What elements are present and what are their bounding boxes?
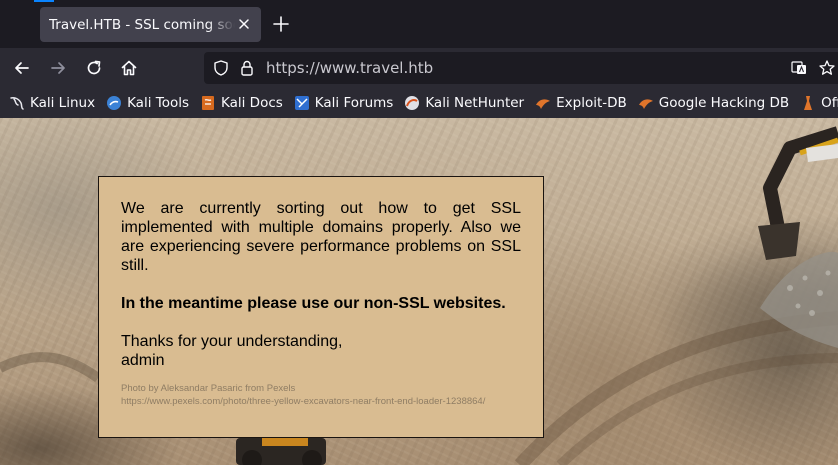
url-text[interactable]: https://www.travel.htb (266, 59, 433, 77)
star-icon[interactable] (818, 59, 836, 77)
tab-title: Travel.HTB - SSL coming soon (49, 16, 235, 33)
notice-box: We are currently sorting out how to get … (98, 176, 544, 438)
kali-dragon-icon (10, 97, 24, 110)
notice-thanks: Thanks for your understanding, (121, 333, 343, 350)
bookmark-kali-docs[interactable]: Kali Docs (200, 95, 283, 111)
plus-icon[interactable] (272, 15, 290, 33)
photo-credit-url[interactable]: https://www.pexels.com/photo/three-yello… (121, 395, 521, 408)
bookmark-kali-nethunter[interactable]: Kali NetHunter (404, 95, 524, 111)
arrow-right-icon[interactable] (48, 58, 68, 78)
close-icon[interactable] (235, 15, 253, 33)
bookmark-label: Kali NetHunter (425, 95, 525, 111)
bookmark-kali-tools[interactable]: Kali Tools (106, 95, 189, 111)
arrow-left-icon[interactable] (12, 58, 32, 78)
lock-icon[interactable] (238, 59, 256, 77)
bookmark-label: Kali Tools (127, 95, 189, 111)
nethunter-icon (405, 96, 420, 110)
bookmark-exploit-db[interactable]: Exploit-DB (535, 95, 627, 111)
kali-tools-icon (107, 96, 122, 110)
notice-message: We are currently sorting out how to get … (121, 200, 521, 274)
bookmark-kali-linux[interactable]: Kali Linux (9, 95, 95, 111)
notice-signature: admin (121, 352, 165, 369)
bookmark-label: OffSec (821, 95, 838, 111)
notice-emphasis: In the meantime please use our non-SSL w… (121, 295, 506, 312)
bookmark-label: Kali Docs (221, 95, 283, 111)
bookmark-offsec[interactable]: OffSec (800, 95, 838, 111)
page-content: We are currently sorting out how to get … (0, 118, 838, 465)
kali-forums-icon (294, 96, 309, 110)
bookmarks-toolbar: Kali Linux Kali Tools Kali Docs Kali For… (0, 88, 838, 118)
exploit-db-icon (536, 99, 551, 109)
photo-credit: Photo by Aleksandar Pasaric from Pexels … (121, 382, 521, 408)
ghdb-icon (638, 99, 653, 109)
tab-active[interactable]: Travel.HTB - SSL coming soon (40, 7, 261, 42)
bookmark-label: Kali Forums (314, 95, 394, 111)
bookmark-google-hacking-db[interactable]: Google Hacking DB (638, 95, 789, 111)
bookmark-kali-forums[interactable]: Kali Forums (294, 95, 394, 111)
translate-icon[interactable] (790, 59, 808, 77)
tab-strip: Travel.HTB - SSL coming soon (0, 0, 838, 48)
url-bar[interactable]: https://www.travel.htb (204, 52, 838, 84)
reload-icon[interactable] (84, 58, 104, 78)
kali-docs-icon (202, 96, 214, 110)
bookmark-label: Google Hacking DB (658, 95, 790, 111)
tab-accent-line (34, 0, 54, 2)
bookmark-label: Kali Linux (30, 95, 96, 111)
home-icon[interactable] (119, 58, 139, 78)
navigation-toolbar: https://www.travel.htb (0, 48, 838, 88)
offsec-icon (804, 96, 813, 110)
shield-icon[interactable] (212, 59, 230, 77)
photo-credit-author: Photo by Aleksandar Pasaric from Pexels (121, 383, 296, 394)
bookmark-label: Exploit-DB (556, 95, 627, 111)
